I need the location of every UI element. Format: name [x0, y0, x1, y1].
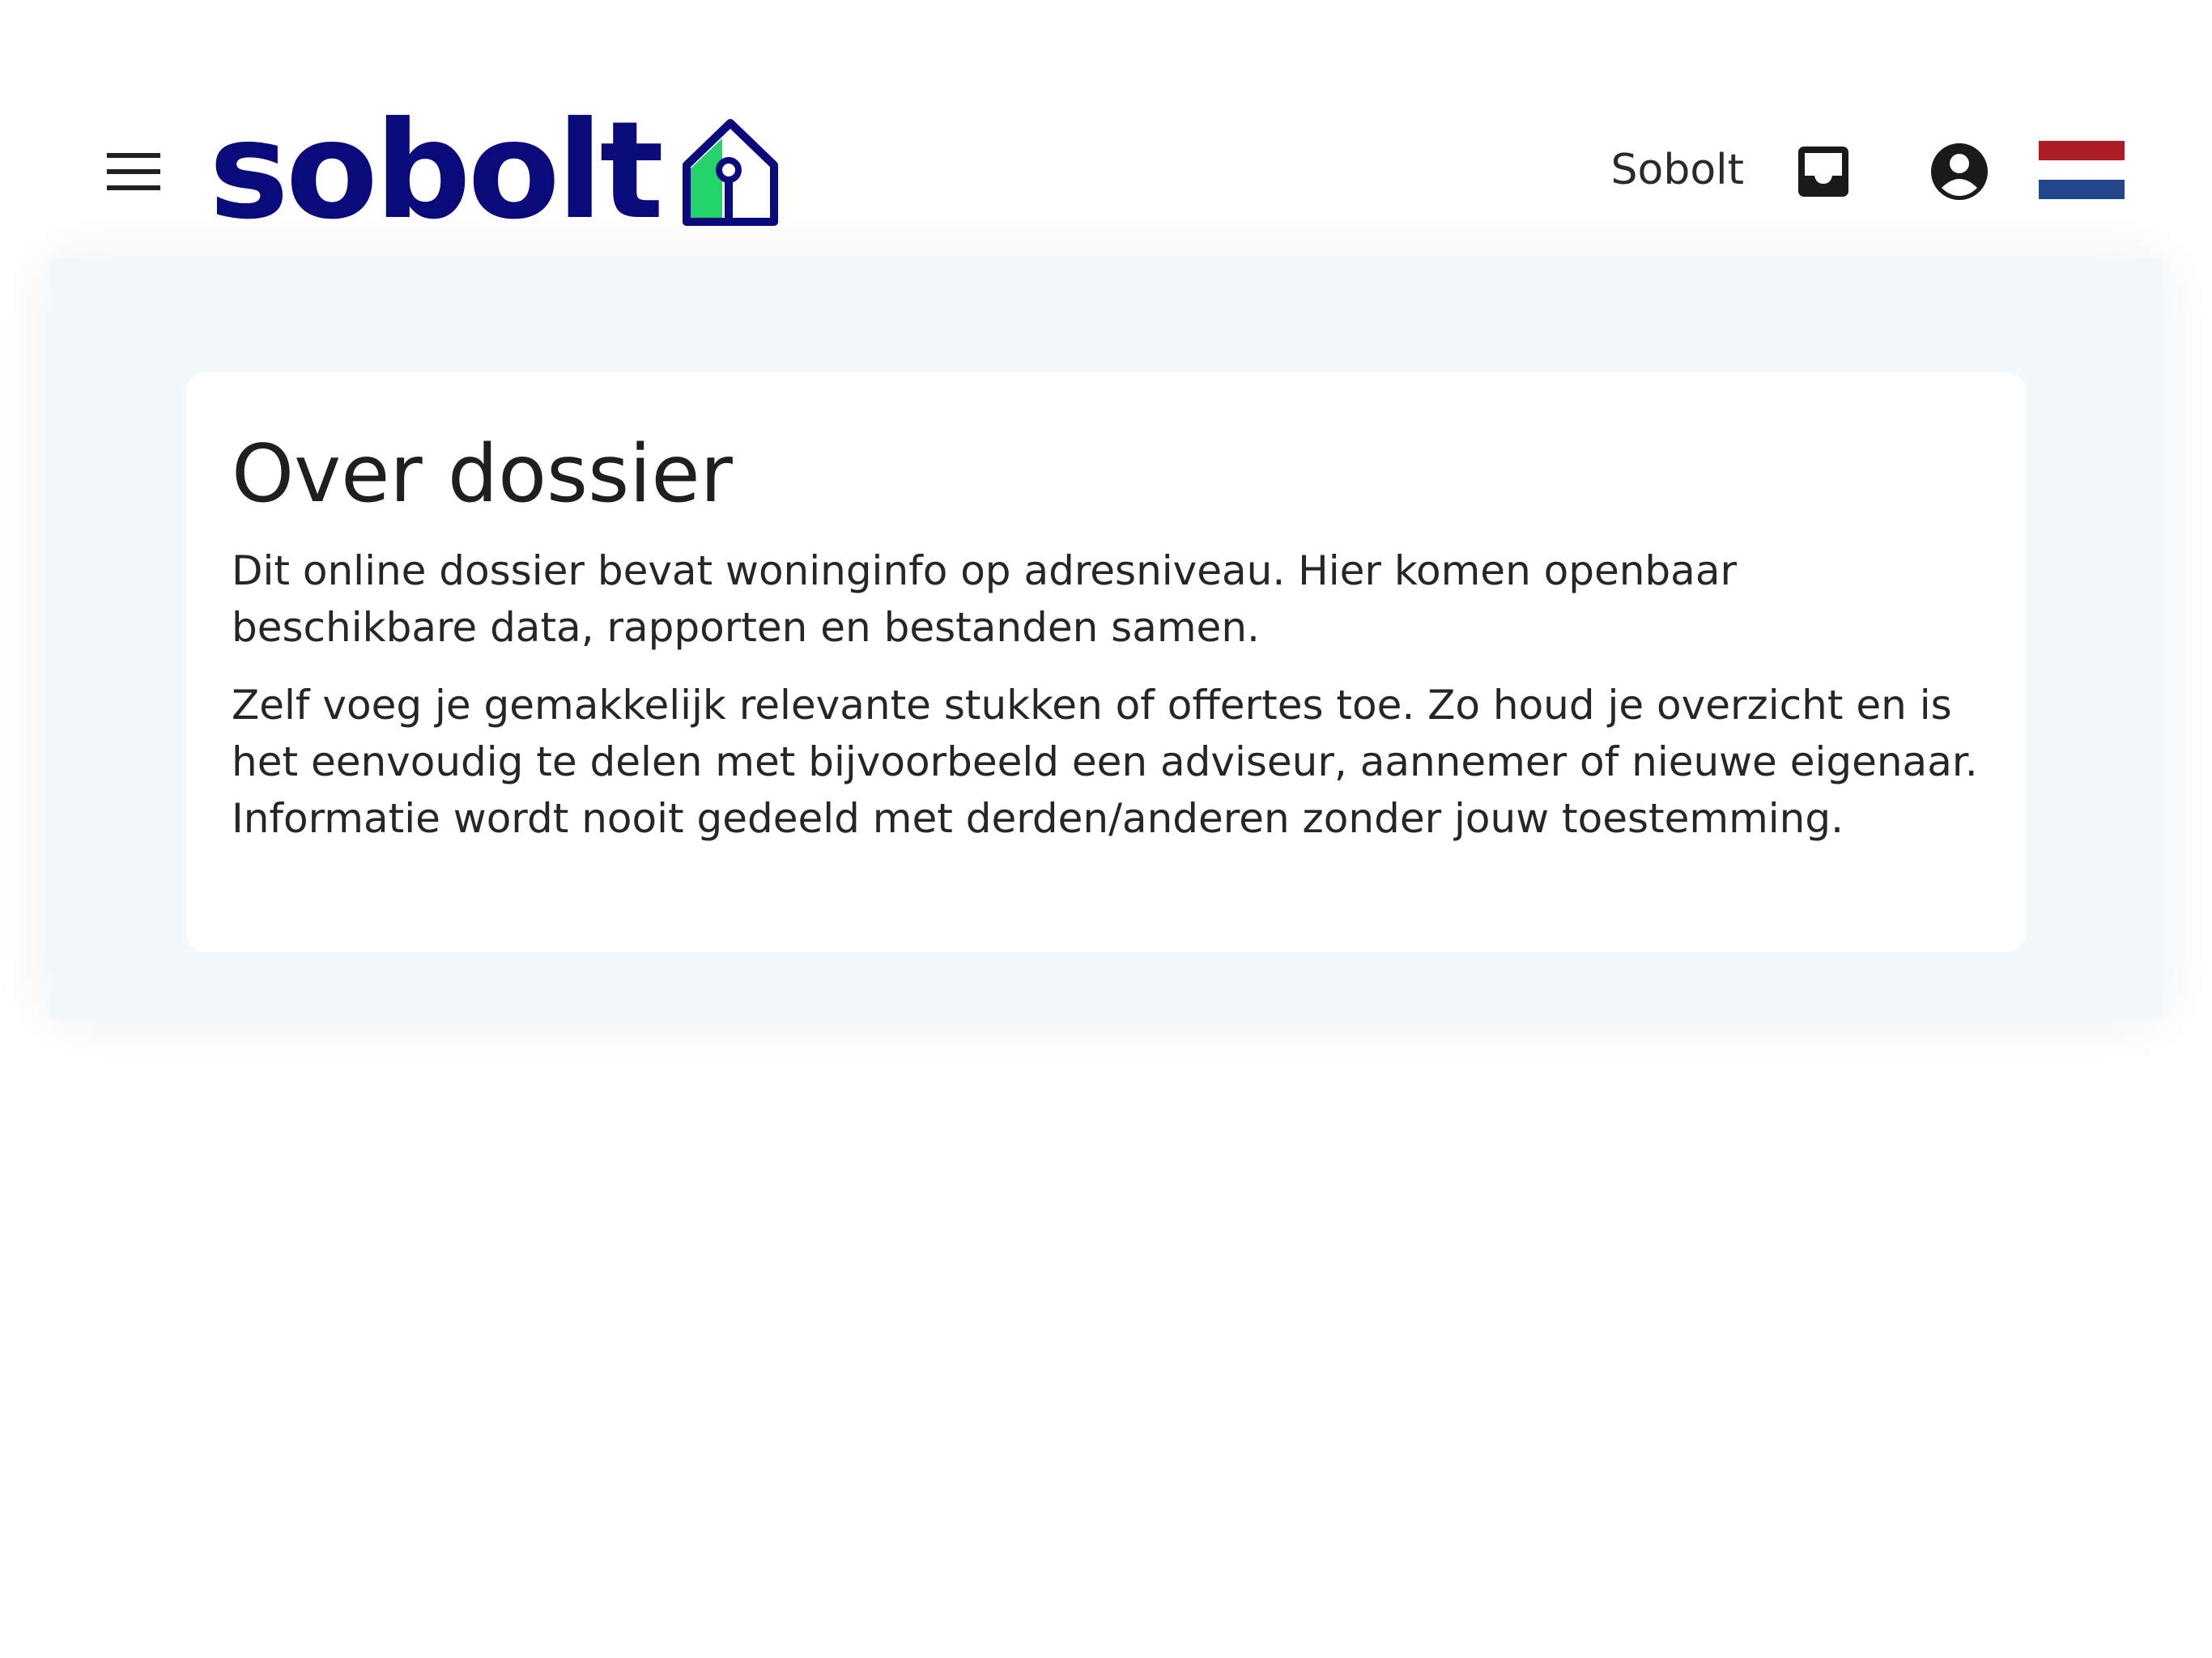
- inbox-button[interactable]: [1789, 138, 1857, 206]
- account-name-label[interactable]: Sobolt: [1611, 144, 1744, 196]
- sobolt-logo[interactable]: sobolt: [209, 93, 782, 249]
- card-paragraph-2: Zelf voeg je gemakkelijk relevante stukk…: [232, 682, 1978, 842]
- main-content-panel: Over dossier Dit online dossier bevat wo…: [49, 259, 2163, 1020]
- netherlands-flag-icon: [2039, 141, 2125, 199]
- house-keyhole-icon: [678, 117, 782, 228]
- card-paragraph-1: Dit online dossier bevat woninginfo op a…: [232, 547, 1738, 651]
- language-selector[interactable]: [2039, 141, 2125, 199]
- hamburger-menu-icon: [107, 151, 160, 192]
- account-circle-icon: [1930, 142, 1989, 201]
- account-button[interactable]: [1924, 136, 1995, 207]
- about-dossier-card: Over dossier Dit online dossier bevat wo…: [186, 372, 2026, 952]
- menu-button[interactable]: [97, 139, 170, 204]
- inbox-icon: [1797, 145, 1850, 198]
- card-title: Over dossier: [232, 428, 733, 521]
- logo-wordmark: sobolt: [209, 93, 664, 249]
- top-header: sobolt Sobolt: [0, 0, 2212, 259]
